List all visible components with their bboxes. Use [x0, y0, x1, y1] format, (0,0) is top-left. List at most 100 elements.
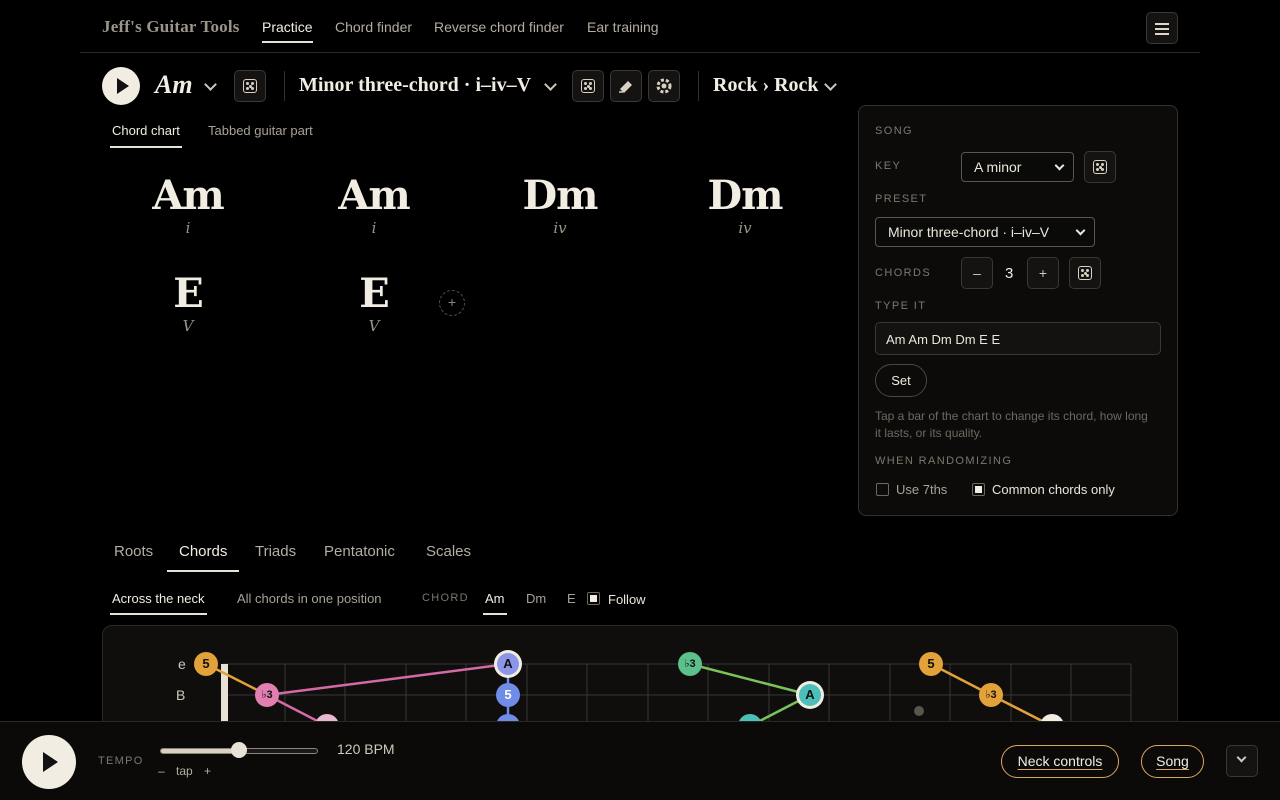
- use-7ths-label: Use 7ths: [896, 482, 948, 497]
- neck-controls-button[interactable]: Neck controls: [1001, 745, 1119, 778]
- tab-roots[interactable]: Roots: [114, 543, 153, 560]
- follow-label: Follow: [608, 592, 646, 607]
- key-selector[interactable]: Am: [155, 70, 193, 100]
- chords-label: CHORDS: [875, 267, 932, 279]
- note-label: 5: [504, 687, 512, 702]
- roman-numeral: iv: [738, 219, 752, 237]
- chord-name: Dm: [522, 172, 598, 219]
- song-panel: SONG KEY A minor PRESET Minor three-chor…: [858, 105, 1178, 516]
- dice-icon: [1093, 160, 1107, 174]
- chord-option-am[interactable]: Am: [483, 591, 506, 615]
- tab-pentatonic[interactable]: Pentatonic: [324, 543, 395, 560]
- chords-count: 3: [1005, 265, 1014, 282]
- chord-bar[interactable]: Am i: [128, 172, 248, 237]
- note-label: ♭3: [261, 689, 273, 701]
- song-heading: SONG: [875, 125, 913, 137]
- chord-option-e[interactable]: E: [567, 591, 576, 606]
- nav-ear-training[interactable]: Ear training: [587, 19, 659, 35]
- note-label: A: [503, 656, 513, 671]
- use-7ths-checkbox[interactable]: [876, 483, 889, 496]
- play-button[interactable]: [102, 67, 140, 105]
- chord-bar[interactable]: Am i: [314, 172, 434, 237]
- gear-icon: [656, 78, 672, 94]
- eraser-button[interactable]: [610, 70, 642, 102]
- tempo-slider-fill: [161, 749, 239, 753]
- nav-chord-finder[interactable]: Chord finder: [335, 19, 412, 35]
- song-button[interactable]: Song: [1141, 745, 1204, 778]
- chord-bar[interactable]: E V: [128, 270, 248, 335]
- chevron-down-icon: [1075, 225, 1086, 236]
- preset-selector[interactable]: Minor three-chord · i–iv–V: [299, 74, 531, 97]
- chord-bar[interactable]: E V: [314, 270, 434, 335]
- transport-bar: TEMPO 120 BPM – tap + Neck controls Song: [0, 721, 1280, 800]
- transport-play-button[interactable]: [22, 735, 76, 789]
- tempo-slider-thumb[interactable]: [231, 742, 247, 758]
- tempo-decrease-button[interactable]: –: [158, 764, 165, 778]
- nav-practice[interactable]: Practice: [262, 19, 313, 43]
- chevron-down-icon[interactable]: [544, 78, 557, 91]
- hamburger-icon: [1155, 23, 1169, 25]
- note-label: 5: [927, 656, 935, 671]
- roman-numeral: i: [185, 219, 191, 237]
- note-label: 5: [202, 656, 210, 671]
- menu-button[interactable]: [1146, 12, 1178, 44]
- tab-tabbed-guitar-part[interactable]: Tabbed guitar part: [208, 123, 313, 138]
- add-chord-button[interactable]: +: [439, 290, 465, 316]
- chord-label: CHORD: [422, 592, 469, 604]
- chord-name: E: [359, 270, 390, 317]
- dice-icon: [581, 79, 595, 93]
- string-label: e: [178, 656, 186, 672]
- chevron-down-icon[interactable]: [204, 78, 217, 91]
- randomize-chords-button[interactable]: [1069, 257, 1101, 289]
- divider: [284, 71, 285, 101]
- preset-select[interactable]: Minor three-chord · i–iv–V: [875, 217, 1095, 247]
- hint-text: Tap a bar of the chart to change its cho…: [875, 409, 1148, 440]
- tempo-increase-button[interactable]: +: [204, 764, 211, 778]
- chords-text-input[interactable]: Am Am Dm Dm E E: [875, 322, 1161, 355]
- common-chords-checkbox[interactable]: [972, 483, 985, 496]
- chord-bar[interactable]: Dm iv: [685, 172, 805, 237]
- follow-checkbox[interactable]: [587, 592, 600, 605]
- string-label: B: [176, 687, 186, 703]
- roman-numeral: i: [371, 219, 377, 237]
- tab-triads[interactable]: Triads: [255, 543, 296, 560]
- set-button[interactable]: Set: [875, 364, 927, 397]
- roman-numeral: V: [182, 317, 194, 335]
- tab-scales[interactable]: Scales: [426, 543, 471, 560]
- note-label: ♭3: [985, 689, 997, 701]
- brand-logo[interactable]: Jeff's Guitar Tools: [102, 17, 240, 37]
- chevron-down-icon: [1054, 160, 1065, 171]
- randomize-key-button[interactable]: [1084, 151, 1116, 183]
- roman-numeral: iv: [553, 219, 567, 237]
- tempo-label: TEMPO: [98, 755, 144, 767]
- top-nav: Jeff's Guitar Tools Practice Chord finde…: [80, 0, 1200, 53]
- chord-option-dm[interactable]: Dm: [526, 591, 546, 606]
- roman-numeral: V: [368, 317, 380, 335]
- preset-label: PRESET: [875, 193, 928, 205]
- chord-name: Am: [152, 172, 224, 219]
- chevron-down-icon[interactable]: [824, 78, 837, 91]
- randomize-preset-button[interactable]: [572, 70, 604, 102]
- randomizing-label: WHEN RANDOMIZING: [875, 455, 1013, 467]
- chord-bar[interactable]: Dm iv: [500, 172, 620, 237]
- tab-chord-chart[interactable]: Chord chart: [110, 123, 182, 148]
- bpm-readout: 120 BPM: [337, 741, 395, 757]
- decrease-chords-button[interactable]: –: [961, 257, 993, 289]
- style-selector[interactable]: Rock › Rock: [713, 74, 819, 97]
- tab-chords[interactable]: Chords: [166, 543, 240, 572]
- increase-chords-button[interactable]: +: [1027, 257, 1059, 289]
- chord-name: Am: [338, 172, 410, 219]
- collapse-button[interactable]: [1226, 745, 1258, 777]
- tab-one-position[interactable]: All chords in one position: [237, 591, 382, 606]
- key-label: KEY: [875, 160, 902, 172]
- settings-button[interactable]: [648, 70, 680, 102]
- tap-tempo-button[interactable]: tap: [176, 764, 193, 778]
- divider: [698, 71, 699, 101]
- randomize-key-button[interactable]: [234, 70, 266, 102]
- chevron-down-icon: [1236, 752, 1247, 763]
- tab-across-the-neck[interactable]: Across the neck: [110, 591, 206, 615]
- note-label: A: [805, 687, 815, 702]
- chord-name: Dm: [707, 172, 783, 219]
- nav-reverse-chord-finder[interactable]: Reverse chord finder: [434, 19, 564, 35]
- key-select[interactable]: A minor: [961, 152, 1074, 182]
